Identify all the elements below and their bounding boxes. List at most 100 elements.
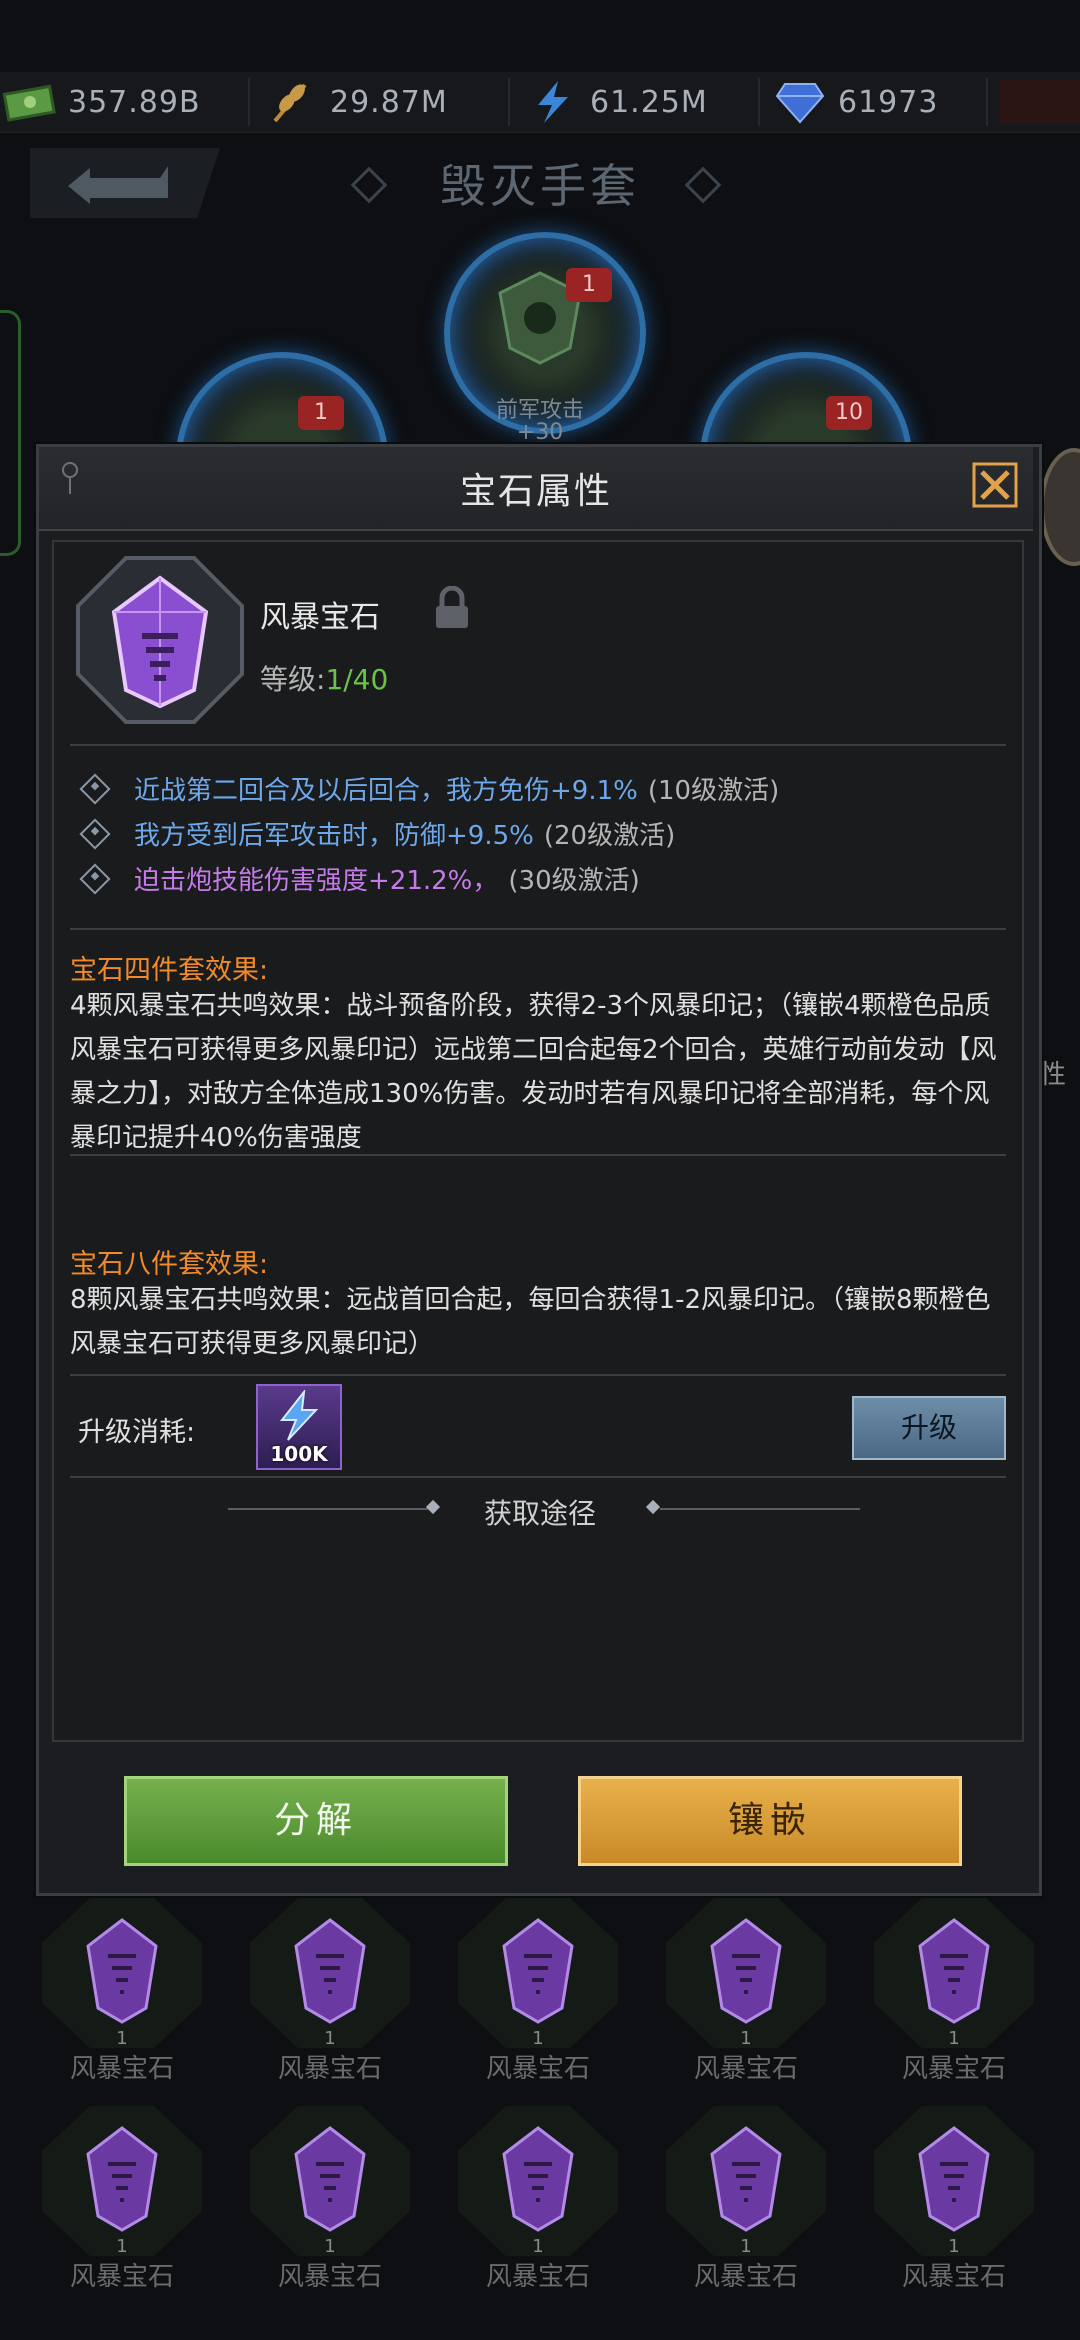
- wheat-icon: [262, 79, 322, 125]
- divider: [70, 1374, 1006, 1376]
- decompose-button[interactable]: 分解: [124, 1776, 508, 1866]
- divider: [70, 1154, 1006, 1156]
- effect-item: 我方受到后军攻击时，防御+9.5% (20级激活): [79, 815, 676, 852]
- upgrade-cost-value: 100K: [270, 1442, 328, 1466]
- diamond-bullet-icon: [79, 817, 111, 850]
- resource-diamond[interactable]: 61973: [770, 72, 938, 132]
- wheat-value: 29.87M: [330, 84, 448, 120]
- inventory-item[interactable]: 1 风暴宝石: [656, 1898, 836, 2088]
- inventory-item[interactable]: 1 风暴宝石: [864, 1898, 1044, 2088]
- cash-icon: [0, 79, 60, 125]
- storm-gem-icon: [86, 2126, 158, 2232]
- effect-item: 迫击炮技能伤害强度+21.2%， (30级激活): [79, 860, 640, 897]
- inventory-item[interactable]: 1 风暴宝石: [448, 2106, 628, 2296]
- effect-text: 我方受到后军攻击时，防御+9.5%: [134, 821, 534, 851]
- inventory-item[interactable]: 1 风暴宝石: [32, 2106, 212, 2296]
- item-count: 1: [116, 2236, 128, 2257]
- storm-gem-icon: [294, 1918, 366, 2024]
- effect-note: (30级激活): [508, 866, 640, 896]
- storm-gem-icon: [710, 2126, 782, 2232]
- storm-gem-icon: [86, 1918, 158, 2024]
- embed-button[interactable]: 镶嵌: [578, 1776, 962, 1866]
- side-text: 性: [1040, 1060, 1067, 1090]
- item-name: 风暴宝石: [901, 2262, 1006, 2292]
- set4-title: 宝石四件套效果:: [70, 955, 269, 986]
- level-label: 等级:: [260, 663, 326, 696]
- storm-gem-icon: [294, 2126, 366, 2232]
- page-title: 毁灭手套: [440, 159, 640, 213]
- storm-gem-icon: [502, 1918, 574, 2024]
- item-count: 1: [532, 2028, 544, 2049]
- item-name: 风暴宝石: [277, 2262, 382, 2292]
- resource-wheat[interactable]: 29.87M: [262, 72, 448, 132]
- gem-name: 风暴宝石: [260, 600, 380, 635]
- inventory-item[interactable]: 1 风暴宝石: [240, 2106, 420, 2296]
- slot-badge-left: 1: [298, 396, 344, 430]
- slot-value-center: +30: [516, 420, 564, 445]
- storm-gem-icon: [502, 2126, 574, 2232]
- item-count: 1: [740, 2236, 752, 2257]
- item-count: 1: [324, 2236, 336, 2257]
- item-count: 1: [948, 2236, 960, 2257]
- set8-description: 8颗风暴宝石共鸣效果：远战首回合起，每回合获得1-2风暴印记。（镶嵌8颗橙色风暴…: [70, 1285, 991, 1359]
- set4-description: 4颗风暴宝石共鸣效果：战斗预备阶段，获得2-3个风暴印记；（镶嵌4颗橙色品质风暴…: [70, 991, 997, 1153]
- lightning-icon: [522, 79, 582, 125]
- inventory-item[interactable]: 1 风暴宝石: [656, 2106, 836, 2296]
- upgrade-cost-item[interactable]: 100K: [256, 1384, 342, 1470]
- slot-badge-right: 10: [826, 396, 872, 430]
- item-name: 风暴宝石: [69, 2262, 174, 2292]
- upgrade-cost-label: 升级消耗:: [78, 1417, 196, 1448]
- level-value: 1/40: [325, 663, 389, 696]
- obtain-title: 获取途径: [483, 1497, 596, 1530]
- item-name: 风暴宝石: [693, 2054, 798, 2084]
- dialog-title: 宝石属性: [459, 471, 612, 512]
- effect-text: 近战第二回合及以后回合，我方免伤+9.1%: [134, 776, 638, 806]
- lightning-value: 61.25M: [590, 84, 708, 120]
- upgrade-button[interactable]: 升级: [852, 1396, 1006, 1460]
- item-name: 风暴宝石: [69, 2054, 174, 2084]
- item-name: 风暴宝石: [485, 2262, 590, 2292]
- effect-item: 近战第二回合及以后回合，我方免伤+9.1% (10级激活): [79, 770, 780, 807]
- lock-icon[interactable]: [432, 586, 472, 630]
- storm-gem-icon: [76, 556, 244, 724]
- diamond-bullet-icon: [79, 772, 111, 805]
- divider: [70, 744, 1006, 746]
- item-name: 风暴宝石: [693, 2262, 798, 2292]
- side-chest-icon[interactable]: [1040, 448, 1080, 566]
- effect-note: (10级激活): [647, 776, 780, 806]
- divider: [986, 78, 988, 126]
- storm-gem-icon: [918, 1918, 990, 2024]
- diamond-bullet-icon: [79, 862, 111, 895]
- effect-note: (20级激活): [543, 821, 676, 851]
- side-panel-edge: [0, 310, 21, 556]
- inventory-item[interactable]: 1 风暴宝石: [32, 1898, 212, 2088]
- set8-title: 宝石八件套效果:: [70, 1249, 269, 1280]
- divider: [70, 928, 1006, 930]
- storm-gem-icon: [710, 1918, 782, 2024]
- divider: [70, 1476, 1006, 1478]
- cash-value: 357.89B: [68, 84, 201, 120]
- item-count: 1: [740, 2028, 752, 2049]
- slot-badge-center: 1: [566, 268, 612, 302]
- resource-lightning[interactable]: 61.25M: [522, 72, 708, 132]
- obtain-line-right: [660, 1508, 860, 1510]
- inventory-item[interactable]: 1 风暴宝石: [240, 1898, 420, 2088]
- item-name: 风暴宝石: [277, 2054, 382, 2084]
- storm-gem-icon: [918, 2126, 990, 2232]
- lightning-icon: [279, 1390, 319, 1441]
- item-name: 风暴宝石: [901, 2054, 1006, 2084]
- item-count: 1: [948, 2028, 960, 2049]
- item-name: 风暴宝石: [485, 2054, 590, 2084]
- inventory-item[interactable]: 1 风暴宝石: [448, 1898, 628, 2088]
- diamond-value: 61973: [838, 84, 939, 120]
- resource-cash[interactable]: 357.89B: [0, 72, 201, 132]
- diamond-icon: [770, 79, 830, 125]
- divider: [758, 78, 760, 126]
- item-count: 1: [116, 2028, 128, 2049]
- item-count: 1: [324, 2028, 336, 2049]
- close-icon[interactable]: [970, 460, 1020, 510]
- divider: [508, 78, 510, 126]
- inventory-item[interactable]: 1 风暴宝石: [864, 2106, 1044, 2296]
- item-count: 1: [532, 2236, 544, 2257]
- resource-bar: 357.89B 29.87M 61.25M 61973: [0, 72, 1080, 133]
